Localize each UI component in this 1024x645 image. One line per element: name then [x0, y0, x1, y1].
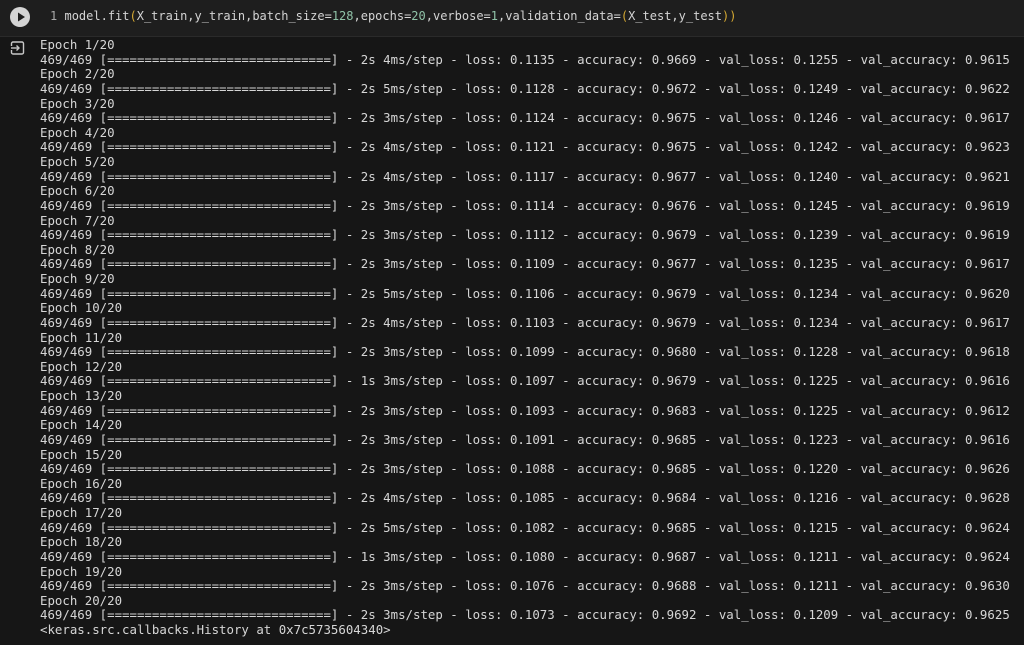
output-line: 469/469 [==============================]…	[40, 80, 1010, 96]
output-line: 469/469 [==============================]…	[40, 51, 1010, 67]
output-line: 469/469 [==============================]…	[40, 373, 1010, 389]
output-line: 469/469 [==============================]…	[40, 461, 1010, 477]
code-args-4: ,validation_data=	[498, 9, 621, 23]
output-line: Epoch 2/20	[40, 66, 115, 82]
output-line: Epoch 5/20	[40, 154, 115, 169]
line-number: 1	[50, 9, 58, 23]
output-line: 469/469 [==============================]…	[40, 168, 1010, 184]
output-line: Epoch 13/20	[40, 388, 123, 403]
code-epochs: 20	[411, 9, 426, 23]
cell-output: Epoch 1/20 469/469 [=====================…	[40, 37, 1024, 638]
output-line: 469/469 [==============================]…	[40, 519, 1010, 535]
code-func: model.fit	[64, 9, 130, 23]
output-redirect-icon[interactable]	[9, 39, 27, 57]
code-args-1: X_train,y_train,batch_size=	[136, 9, 332, 23]
code-cell[interactable]: 1 model.fit(X_train,y_train,batch_size=1…	[0, 0, 1024, 37]
output-line: 469/469 [==============================]…	[40, 578, 1010, 594]
output-line: 469/469 [==============================]…	[40, 402, 1010, 418]
output-line: Epoch 10/20	[40, 300, 123, 316]
output-line: Epoch 18/20	[40, 534, 123, 550]
output-line: Epoch 1/20	[40, 37, 115, 52]
code-batch-size: 128	[331, 9, 354, 23]
output-line: 469/469 [==============================]…	[40, 548, 1010, 564]
output-line: Epoch 17/20	[40, 505, 123, 520]
output-line: Epoch 9/20	[40, 271, 115, 286]
output-line: Epoch 12/20	[40, 358, 123, 374]
output-line: 469/469 [==============================]…	[40, 256, 1010, 272]
output-line: Epoch 19/20	[40, 563, 123, 579]
code-args-3: ,verbose=	[425, 9, 491, 23]
output-line: Epoch 7/20	[40, 212, 115, 228]
output-line: Epoch 11/20	[40, 329, 123, 345]
output-line: 469/469 [==============================]…	[40, 314, 1010, 330]
output-line: Epoch 20/20	[40, 592, 123, 608]
output-line: Epoch 14/20	[40, 417, 123, 433]
code-verbose: 1	[490, 9, 499, 23]
code-args-2: ,epochs=	[353, 9, 412, 23]
output-line: 469/469 [==============================]…	[40, 344, 1010, 360]
output-line: 469/469 [==============================]…	[40, 110, 1010, 126]
code-line[interactable]: 1 model.fit(X_train,y_train,batch_size=1…	[50, 8, 736, 24]
code-vd-open: (	[620, 9, 629, 23]
output-line: Epoch 6/20	[40, 183, 115, 199]
play-icon	[18, 12, 25, 22]
output-line: 469/469 [==============================]…	[40, 431, 1010, 447]
output-line: 469/469 [==============================]…	[40, 607, 1010, 623]
output-line: 469/469 [==============================]…	[40, 197, 1010, 213]
code-paren-open: (	[129, 9, 137, 23]
output-line: 469/469 [==============================]…	[40, 490, 1010, 506]
output-line: 469/469 [==============================]…	[40, 227, 1010, 243]
code-paren-close: )	[729, 9, 737, 23]
output-line: 469/469 [==============================]…	[40, 285, 1010, 301]
code-vd-args: X_test,y_test	[628, 9, 722, 23]
output-line: <keras.src.callbacks.History at 0x7c5735…	[40, 622, 391, 637]
output-line: Epoch 3/20	[40, 95, 115, 111]
output-line: Epoch 4/20	[40, 124, 115, 140]
output-line: Epoch 8/20	[40, 241, 115, 257]
output-line: 469/469 [==============================]…	[40, 139, 1010, 155]
run-cell-button[interactable]	[10, 7, 30, 27]
output-line: Epoch 16/20	[40, 475, 123, 491]
output-line: Epoch 15/20	[40, 446, 123, 462]
